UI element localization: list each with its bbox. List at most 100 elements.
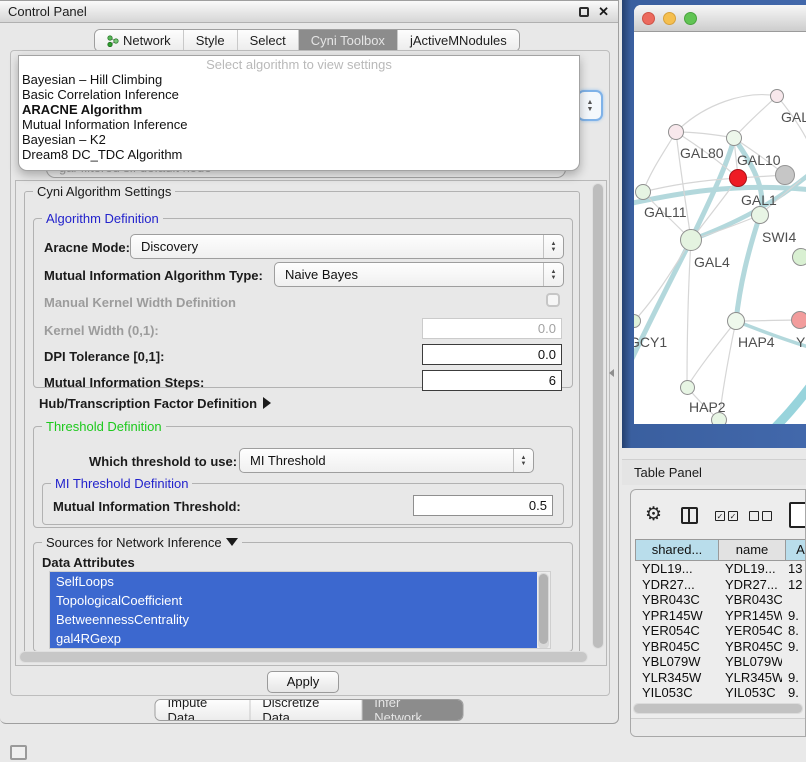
cyni-algorithm-settings-frame: Cyni Algorithm Settings Algorithm Defini… <box>24 191 580 655</box>
node-label: GAL10 <box>737 152 781 168</box>
node-gal11[interactable] <box>635 184 651 200</box>
table-row[interactable]: YPR145W YPR145W 9. <box>635 608 803 624</box>
zoom-traffic-light[interactable] <box>684 12 697 25</box>
mi-type-combo[interactable]: Naive Bayes ▲▼ <box>274 262 564 287</box>
manual-kernel-label: Manual Kernel Width Definition <box>44 295 236 310</box>
tab-cyni-toolbox[interactable]: Cyni Toolbox <box>298 30 397 51</box>
stepper-icon: ▲▼ <box>513 449 533 472</box>
table-panel-footer <box>631 718 805 736</box>
close-icon[interactable]: ✕ <box>598 1 609 23</box>
column-header-a[interactable]: A <box>786 539 806 561</box>
list-item[interactable]: TopologicalCoefficient <box>50 591 537 610</box>
manual-kernel-checkbox[interactable] <box>546 293 560 307</box>
float-window-icon[interactable] <box>579 7 589 17</box>
dropdown-item[interactable]: Basic Correlation Inference <box>19 87 579 102</box>
cell: YBL079W <box>635 654 718 670</box>
gear-icon[interactable]: ⚙ <box>645 505 662 524</box>
dropdown-item[interactable]: Mutual Information Inference <box>19 117 579 132</box>
settings-vertical-scrollbar[interactable] <box>592 183 604 649</box>
close-traffic-light[interactable] <box>642 12 655 25</box>
which-threshold-label: Which threshold to use: <box>89 454 237 469</box>
table-row[interactable]: YIL053C YIL053C 9. <box>635 685 803 701</box>
table-row[interactable]: YBL079W YBL079W <box>635 654 803 670</box>
columns-icon[interactable] <box>681 507 698 524</box>
table-row[interactable]: YER054C YER054C 8. <box>635 623 803 639</box>
dropdown-prompt: Select algorithm to view settings <box>19 56 579 72</box>
list-item[interactable]: SelfLoops <box>50 572 537 591</box>
cell: YIL053C <box>635 685 718 701</box>
table-body[interactable]: YDL19... YDL19... 13 YDR27... YDR27... 1… <box>635 561 803 702</box>
mi-threshold-definition-group: MI Threshold Definition Mutual Informati… <box>42 483 564 525</box>
stepper-icon: ▲▼ <box>543 235 563 258</box>
node-label: GCY1 <box>634 334 667 350</box>
table-row[interactable]: YBR043C YBR043C <box>635 592 803 608</box>
node-green-right[interactable] <box>792 248 806 266</box>
node-salmon[interactable] <box>791 311 806 329</box>
node-gal10[interactable] <box>726 130 742 146</box>
dropdown-item[interactable]: Dream8 DC_TDC Algorithm <box>19 147 579 162</box>
settings-horizontal-scrollbar[interactable] <box>19 651 588 663</box>
column-header-shared-name[interactable]: shared... <box>635 539 719 561</box>
kernel-width-field[interactable]: 0.0 <box>422 318 562 339</box>
mi-steps-field[interactable]: 6 <box>422 370 562 391</box>
table-row[interactable]: YDL19... YDL19... 13 <box>635 561 803 577</box>
tab-label: Infer Network <box>374 699 450 721</box>
cell: 9. <box>782 670 803 686</box>
list-item[interactable]: gal4RGexp <box>50 629 537 648</box>
node-label: SWI4 <box>762 229 796 245</box>
node-hap2[interactable] <box>680 380 695 395</box>
tab-impute-data[interactable]: Impute Data <box>156 700 250 720</box>
node-gal80[interactable] <box>668 124 684 140</box>
tab-infer-network[interactable]: Infer Network <box>361 700 462 720</box>
table-row[interactable]: YLR345W YLR345W 9. <box>635 670 803 686</box>
table-panel-window: ⚙ ✓ ✓ shared... name A YDL19... YDL19...… <box>630 489 806 737</box>
node-gray[interactable] <box>775 165 795 185</box>
node-hap4[interactable] <box>727 312 745 330</box>
collapsed-panel-icon[interactable] <box>10 745 27 760</box>
tab-discretize-data[interactable]: Discretize Data <box>249 700 361 720</box>
node-gal4[interactable] <box>680 229 702 251</box>
minimize-traffic-light[interactable] <box>663 12 676 25</box>
dpi-tolerance-field[interactable]: 0.0 <box>422 344 562 365</box>
network-canvas[interactable]: GAL GAL80 GAL10 GAL1 GAL11 SWI4 GAL4 GCY… <box>634 32 806 424</box>
network-window-titlebar[interactable] <box>634 5 806 32</box>
cell: YPR145W <box>718 608 782 624</box>
mi-type-label: Mutual Information Algorithm Type: <box>44 268 263 283</box>
algorithm-combo-stepper[interactable]: ▲ ▼ <box>577 90 603 121</box>
select-all-checks-icon[interactable]: ✓ ✓ <box>715 511 738 521</box>
mi-threshold-field[interactable]: 0.5 <box>413 495 553 516</box>
node-gal-top[interactable] <box>770 89 784 103</box>
dropdown-item[interactable]: Bayesian – K2 <box>19 132 579 147</box>
which-threshold-value: MI Threshold <box>250 449 326 472</box>
table-row[interactable]: YBR045C YBR045C 9. <box>635 639 803 655</box>
tab-jactivemnodules[interactable]: jActiveMNodules <box>397 30 519 51</box>
which-threshold-combo[interactable]: MI Threshold ▲▼ <box>239 448 534 473</box>
node-gal1[interactable] <box>729 169 747 187</box>
tab-select[interactable]: Select <box>237 30 298 51</box>
deselect-all-checks-icon[interactable] <box>749 511 772 521</box>
aracne-mode-combo[interactable]: Discovery ▲▼ <box>130 234 564 259</box>
list-scrollbar[interactable] <box>538 573 549 649</box>
dropdown-item-selected[interactable]: ARACNE Algorithm <box>19 102 579 117</box>
sources-title[interactable]: Sources for Network Inference <box>42 535 242 550</box>
cell: YER054C <box>718 623 782 639</box>
settings-scrollpane: Cyni Algorithm Settings Algorithm Defini… <box>15 180 607 666</box>
data-attributes-label: Data Attributes <box>42 555 135 570</box>
table-row[interactable]: YDR27... YDR27... 12 <box>635 577 803 593</box>
cell: YDL19... <box>718 561 782 577</box>
tab-style[interactable]: Style <box>183 30 237 51</box>
table-horizontal-scrollbar[interactable] <box>633 703 803 714</box>
cell: YER054C <box>635 623 718 639</box>
column-header-name[interactable]: name <box>719 539 786 561</box>
export-table-icon[interactable] <box>789 502 806 528</box>
data-attributes-list[interactable]: SelfLoops TopologicalCoefficient Between… <box>49 571 551 649</box>
hub-definition-toggle[interactable]: Hub/Transcription Factor Definition <box>39 396 271 411</box>
cell: YPR145W <box>635 608 718 624</box>
list-item[interactable]: BetweennessCentrality <box>50 610 537 629</box>
dropdown-item[interactable]: Bayesian – Hill Climbing <box>19 72 579 87</box>
tab-network[interactable]: Network <box>95 30 183 51</box>
split-pane-collapse-arrow[interactable] <box>609 369 614 377</box>
apply-button[interactable]: Apply <box>267 671 339 693</box>
node-label: HAP4 <box>738 334 775 350</box>
node-swi4[interactable] <box>751 206 769 224</box>
